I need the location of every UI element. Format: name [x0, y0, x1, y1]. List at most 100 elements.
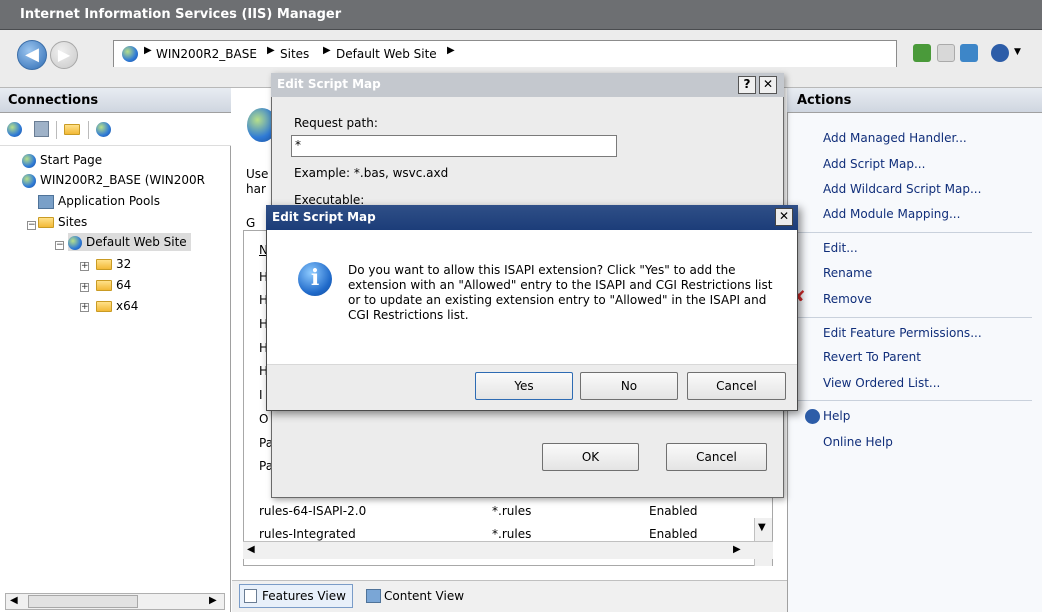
tree-label: Start Page — [40, 153, 103, 167]
breadcrumb-arrow-icon[interactable]: ▶ — [447, 45, 455, 56]
forward-arrow-icon[interactable]: ▶ — [50, 41, 78, 69]
scroll-right-icon[interactable]: ▶ — [209, 595, 217, 606]
collapse-icon[interactable]: − — [27, 221, 36, 230]
request-path-label: Request path: — [294, 116, 378, 130]
action-edit-feature-permissions[interactable]: Edit Feature Permissions... — [823, 326, 982, 340]
actions-divider — [797, 400, 1032, 401]
tree-label: Application Pools — [58, 194, 160, 208]
scroll-thumb[interactable] — [28, 595, 138, 608]
tree-horizontal-scrollbar[interactable]: ◀ ▶ — [5, 593, 225, 610]
breadcrumb-arrow-icon[interactable]: ▶ — [323, 45, 331, 56]
features-view-icon — [244, 589, 257, 603]
actions-divider — [797, 317, 1032, 318]
folder-icon — [96, 280, 112, 291]
window-title: Internet Information Services (IIS) Mana… — [20, 7, 342, 22]
home-icon[interactable] — [960, 44, 978, 62]
action-online-help[interactable]: Online Help — [823, 435, 893, 449]
tree-item-32[interactable]: 32 — [96, 255, 131, 273]
tree-item-app-pools[interactable]: Application Pools — [38, 192, 160, 210]
content-view-icon — [366, 589, 381, 603]
actions-header: Actions — [787, 88, 1042, 113]
no-button[interactable]: No — [580, 372, 678, 400]
action-remove[interactable]: Remove — [823, 292, 872, 306]
website-icon — [68, 235, 82, 250]
content-view-tab[interactable]: Content View — [361, 584, 471, 608]
yes-button[interactable]: Yes — [475, 372, 573, 400]
collapse-icon[interactable]: − — [55, 241, 64, 250]
edit-script-map-titlebar: Edit Script Map ? ✕ — [271, 73, 784, 97]
scroll-left-icon[interactable]: ◀ — [10, 595, 18, 606]
action-revert-to-parent[interactable]: Revert To Parent — [823, 350, 921, 364]
action-rename[interactable]: Rename — [823, 266, 872, 280]
table-row[interactable]: O — [259, 412, 268, 426]
sites-folder-icon — [38, 217, 54, 228]
scroll-right-icon[interactable]: ▶ — [733, 544, 741, 555]
action-add-module-mapping[interactable]: Add Module Mapping... — [823, 207, 960, 221]
folder-icon — [96, 301, 112, 312]
table-row-name[interactable]: rules-Integrated — [259, 527, 356, 541]
group-by-label: G — [246, 216, 256, 230]
address-breadcrumb[interactable]: ▶ WIN200R2_BASE ▶ Sites ▶ Default Web Si… — [113, 40, 897, 67]
refresh-icon[interactable] — [913, 44, 931, 62]
cancel-button[interactable]: Cancel — [666, 443, 767, 471]
request-path-value: * — [295, 138, 301, 152]
tree-item-start-page[interactable]: Start Page — [22, 151, 102, 169]
cancel-button[interactable]: Cancel — [687, 372, 786, 400]
start-page-icon — [22, 153, 36, 168]
content-view-label: Content View — [384, 589, 465, 603]
help-icon[interactable] — [991, 44, 1009, 62]
connect-icon[interactable] — [7, 122, 22, 137]
table-horizontal-scrollbar[interactable]: ◀ ▶ — [243, 541, 773, 559]
breadcrumb-server[interactable]: WIN200R2_BASE — [156, 47, 257, 61]
save-icon[interactable] — [34, 121, 49, 137]
breadcrumb-arrow-icon[interactable]: ▶ — [144, 45, 152, 56]
request-path-input[interactable]: * — [291, 135, 617, 157]
toolbar-icons: ▼ — [905, 40, 1042, 67]
table-row-path: *.rules — [492, 504, 532, 518]
action-add-wildcard-script-map[interactable]: Add Wildcard Script Map... — [823, 182, 981, 196]
chevron-down-icon[interactable]: ▼ — [1014, 47, 1021, 57]
tree-label: Sites — [58, 215, 88, 229]
tree-item-default-web-site[interactable]: Default Web Site — [68, 233, 191, 251]
tree-label: 64 — [116, 278, 132, 292]
expand-icon[interactable]: + — [80, 262, 89, 271]
tree-item-x64[interactable]: x64 — [96, 297, 138, 315]
scroll-down-icon[interactable]: ▼ — [758, 522, 766, 533]
breadcrumb-arrow-icon[interactable]: ▶ — [267, 45, 275, 56]
open-folder-icon[interactable] — [64, 124, 80, 135]
action-view-ordered-list[interactable]: View Ordered List... — [823, 376, 940, 390]
tree-item-64[interactable]: 64 — [96, 276, 131, 294]
action-edit[interactable]: Edit... — [823, 241, 858, 255]
server-icon — [22, 173, 36, 188]
expand-icon[interactable]: + — [80, 303, 89, 312]
dialog-title: Edit Script Map — [277, 77, 381, 91]
expand-icon[interactable]: + — [80, 283, 89, 292]
close-icon[interactable]: ✕ — [759, 76, 777, 94]
tree-item-server[interactable]: WIN200R2_BASE (WIN200R — [22, 171, 205, 189]
action-add-script-map[interactable]: Add Script Map... — [823, 157, 925, 171]
ok-button[interactable]: OK — [542, 443, 639, 471]
scroll-left-icon[interactable]: ◀ — [247, 544, 255, 555]
server-globe-icon — [122, 46, 138, 62]
action-help[interactable]: Help — [823, 409, 850, 423]
back-arrow-icon[interactable]: ◀ — [17, 40, 47, 70]
table-row-state: Enabled — [649, 527, 698, 541]
action-add-managed-handler[interactable]: Add Managed Handler... — [823, 131, 967, 145]
table-row-path: *.rules — [492, 527, 532, 541]
close-icon[interactable]: ✕ — [775, 208, 793, 226]
table-row[interactable]: I — [259, 388, 263, 402]
information-icon: i — [298, 262, 332, 296]
help-question-icon[interactable]: ? — [738, 76, 756, 94]
table-row-state: Enabled — [649, 504, 698, 518]
breadcrumb-sites[interactable]: Sites — [280, 47, 309, 61]
isapi-confirm-titlebar: Edit Script Map ✕ — [266, 205, 798, 230]
app-pools-icon — [38, 194, 54, 209]
tree-item-sites[interactable]: Sites — [38, 213, 87, 231]
tree-label: 32 — [116, 257, 132, 271]
tree-label: x64 — [116, 299, 139, 313]
disconnect-icon[interactable] — [96, 122, 111, 137]
stop-icon[interactable] — [937, 44, 955, 62]
features-view-tab[interactable]: Features View — [239, 584, 353, 608]
table-row-name[interactable]: rules-64-ISAPI-2.0 — [259, 504, 366, 518]
breadcrumb-site[interactable]: Default Web Site — [336, 47, 437, 61]
